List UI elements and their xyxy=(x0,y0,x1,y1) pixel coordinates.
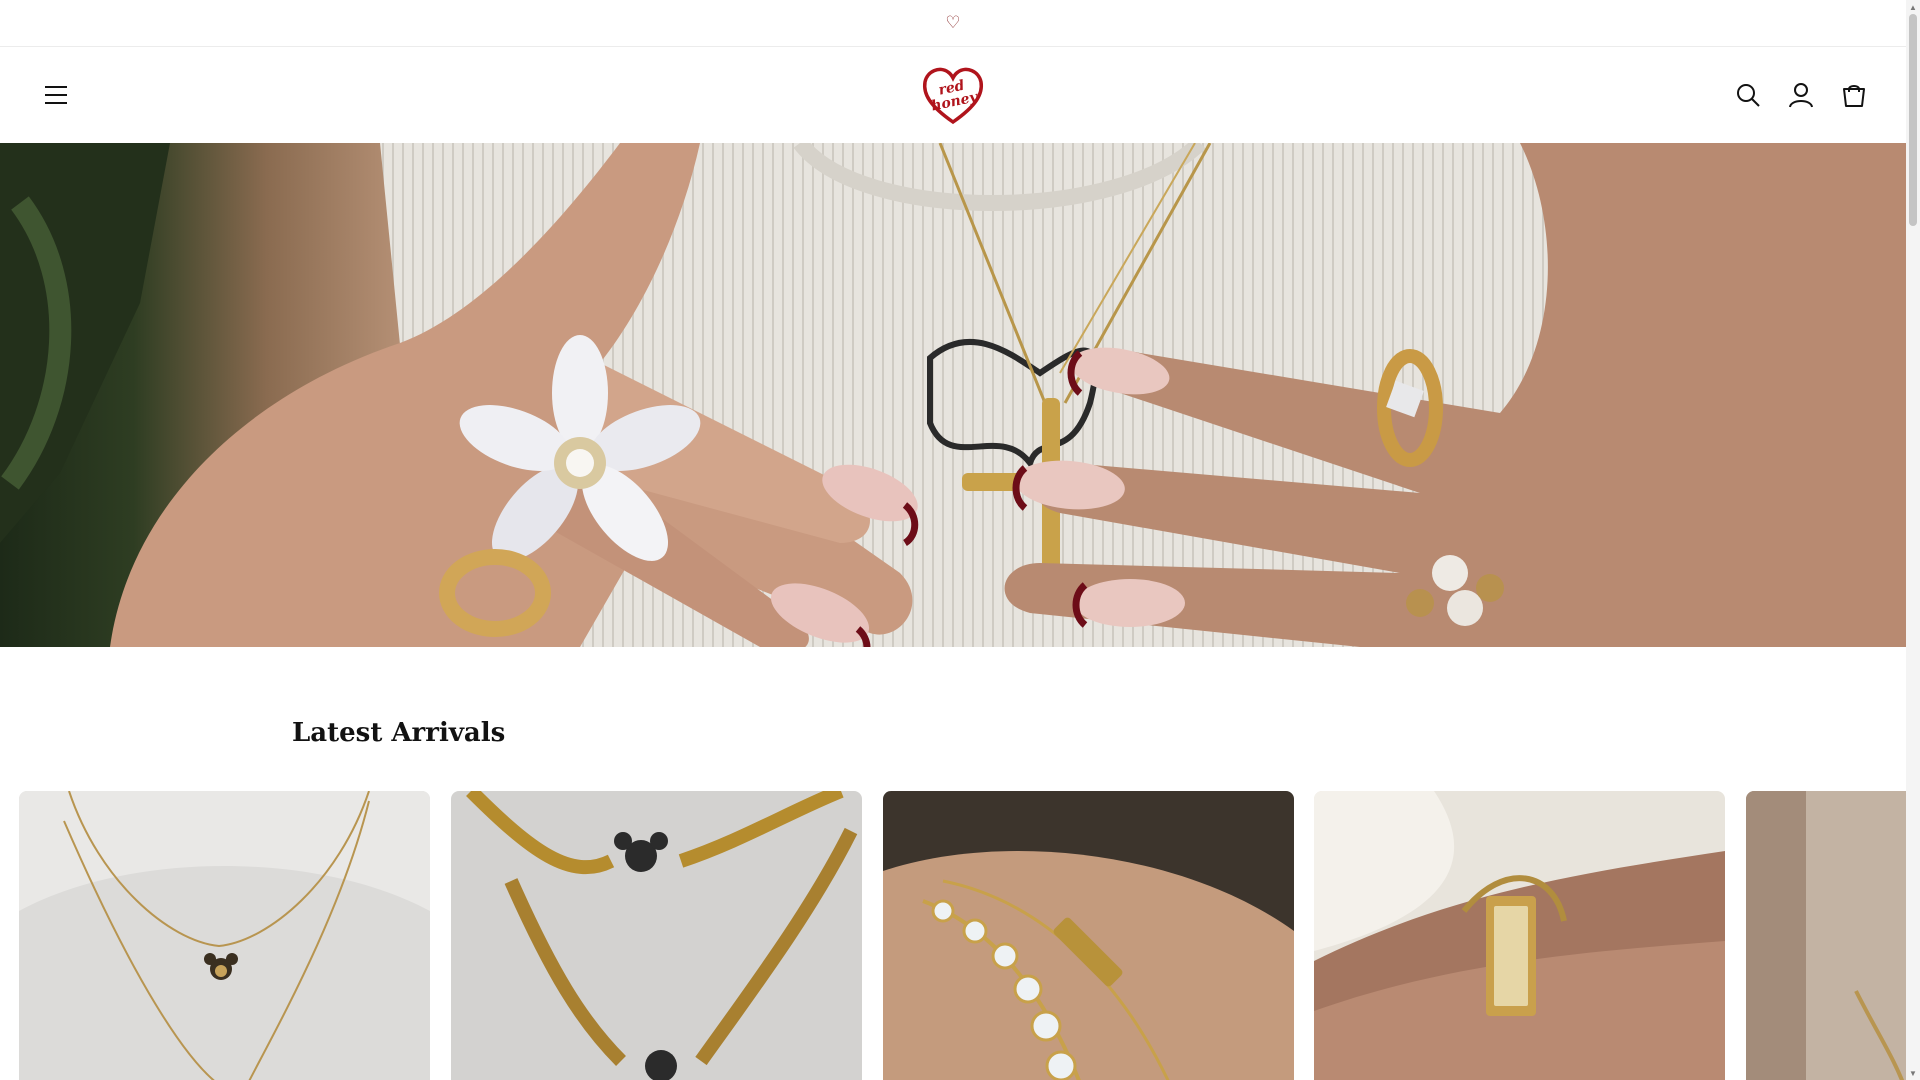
product-carousel xyxy=(19,791,1906,1080)
scroll-down-icon[interactable]: ▼ xyxy=(1906,1066,1920,1080)
cart-icon xyxy=(1843,85,1865,107)
product-image-herringbone-chains xyxy=(451,791,862,1080)
logo-wordmark: red honey xyxy=(929,77,979,115)
page-scrollbar[interactable]: ▲ ▼ xyxy=(1906,0,1920,1080)
scroll-thumb[interactable] xyxy=(1909,14,1917,226)
menu-button[interactable] xyxy=(34,73,78,117)
product-card[interactable] xyxy=(883,791,1294,1080)
brand-logo[interactable]: red honey xyxy=(920,62,986,128)
hamburger-icon xyxy=(45,86,67,104)
cart-button[interactable] xyxy=(1832,73,1876,117)
product-image-mama-bracelet xyxy=(883,791,1294,1080)
site-header: red honey xyxy=(0,47,1906,143)
product-card[interactable] xyxy=(451,791,862,1080)
product-card[interactable] xyxy=(1746,791,1906,1080)
account-icon xyxy=(1789,83,1813,108)
header-actions xyxy=(1726,73,1876,117)
scroll-up-icon[interactable]: ▲ xyxy=(1906,0,1920,14)
hero-banner[interactable] xyxy=(0,143,1906,647)
announcement-bar: ♡ xyxy=(0,0,1906,47)
product-card[interactable] xyxy=(19,791,430,1080)
search-icon xyxy=(1737,84,1760,107)
product-card[interactable] xyxy=(1314,791,1725,1080)
account-button[interactable] xyxy=(1779,73,1823,117)
product-image-necklace-mickey xyxy=(19,791,430,1080)
product-image-gold-watch xyxy=(1314,791,1725,1080)
product-image-partial xyxy=(1746,791,1906,1080)
hero-image xyxy=(0,143,1906,647)
search-button[interactable] xyxy=(1726,73,1770,117)
section-title: Latest Arrivals xyxy=(292,718,506,748)
heart-icon: ♡ xyxy=(945,13,961,32)
